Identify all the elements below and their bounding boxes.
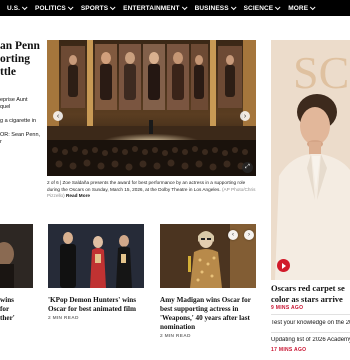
related-timestamp: 17 MINS AGO [271, 347, 307, 353]
chevron-left-icon: ‹ [56, 112, 60, 120]
card-headline-line: ther' [0, 314, 15, 322]
expand-button[interactable]: ⤢ [242, 162, 253, 173]
nav-us[interactable]: U.S. [7, 4, 28, 12]
card-read-time: 2 MIN READ [160, 334, 191, 339]
slideshow-caption: 2 of 6 | Zoe Saldaña presents the award … [47, 180, 256, 200]
oscars-stage-photo [47, 40, 256, 176]
expand-icon: ⤢ [245, 164, 250, 170]
chevron-down-icon [310, 4, 316, 11]
svg-text:SC: SC [293, 47, 349, 98]
play-icon [282, 262, 286, 269]
kpop-winners-photo [48, 224, 144, 288]
related-link[interactable]: Test your knowledge on the 20 [271, 320, 350, 326]
nav-sports-label: SPORTS [80, 4, 109, 12]
chevron-down-icon [110, 4, 116, 11]
card-next-button[interactable]: › [244, 230, 254, 240]
caption-text: 2 of 6 | Zoe Saldaña presents the award … [47, 180, 246, 192]
feature-headline-line: color as stars arrive [271, 293, 343, 304]
nav-entertainment-label: ENTERTAINMENT [123, 4, 180, 12]
left-headline-line: ttle [0, 66, 16, 78]
related-link[interactable]: g a cigarette in [0, 118, 42, 125]
card-read-time: 2 MIN READ [48, 316, 79, 321]
card-headline-line: for [0, 305, 10, 313]
related-link[interactable]: quel [0, 104, 42, 111]
nav-more-label: MORE [288, 4, 309, 12]
related-link[interactable]: Updating list of 2026 Academy [271, 337, 350, 343]
read-more-link[interactable]: Read More [66, 193, 90, 198]
card-image[interactable]: ‹ › [160, 224, 256, 288]
left-column: an Penn orting ttle eprise Aunt quel g a… [0, 40, 42, 146]
left-related-links: eprise Aunt quel g a cigarette in OR: Se… [0, 97, 42, 146]
divider [271, 332, 350, 333]
card-headline-line: Oscar for best animated film [48, 305, 136, 313]
card-image[interactable] [48, 224, 144, 288]
nav-politics-label: POLITICS [35, 4, 66, 12]
chevron-down-icon [181, 4, 188, 11]
nav-business[interactable]: BUSINESS [194, 4, 237, 12]
feature-image[interactable]: SC [271, 40, 350, 280]
related-link[interactable]: r [0, 139, 42, 146]
left-headline[interactable]: an Penn orting ttle [0, 40, 42, 79]
feature-headline-line: Oscars red carpet se [271, 283, 345, 293]
red-carpet-photo: SC [271, 40, 350, 280]
top-nav: U.S. POLITICS SPORTS ENTERTAINMENT BUSIN… [0, 0, 350, 16]
nav-us-label: U.S. [7, 4, 21, 12]
nav-politics[interactable]: POLITICS [35, 4, 74, 12]
card-headline-line: 'Weapons,' 40 years after last [160, 314, 250, 322]
card-headline-line: Amy Madigan wins Oscar for [160, 296, 251, 304]
feature-headline[interactable]: Oscars red carpet se color as stars arri… [271, 283, 350, 304]
chevron-left-icon: ‹ [232, 232, 234, 238]
nav-science-label: SCIENCE [243, 4, 274, 12]
card-headline[interactable]: Amy Madigan wins Oscar for best supporti… [160, 296, 268, 332]
chevron-right-icon: › [243, 112, 247, 120]
amy-madigan-photo [160, 224, 256, 288]
card-headline[interactable]: 'KPop Demon Hunters' wins Oscar for best… [48, 296, 148, 314]
feature-timestamp: 9 MINS AGO [271, 305, 304, 311]
card-photo [0, 224, 33, 288]
slideshow-prev-button[interactable]: ‹ [53, 111, 63, 121]
card-headline-line: best supporting actress in [160, 305, 239, 313]
nav-science[interactable]: SCIENCE [243, 4, 281, 12]
card-image[interactable] [0, 224, 33, 288]
card-headline-line: 'KPop Demon Hunters' wins [48, 296, 137, 304]
play-button[interactable] [277, 259, 290, 272]
nav-more[interactable]: MORE [288, 4, 316, 12]
card-headline[interactable]: wins for ther' [0, 296, 33, 323]
left-headline-line: orting [0, 53, 31, 65]
card-headline-line: wins [0, 296, 14, 304]
chevron-down-icon [275, 4, 281, 11]
card-headline-line: nomination [160, 323, 196, 331]
left-headline-line: an Penn [0, 40, 40, 52]
slideshow-image[interactable]: ‹ › ⤢ [47, 40, 256, 176]
nav-entertainment[interactable]: ENTERTAINMENT [123, 4, 188, 12]
card-prev-button[interactable]: ‹ [228, 230, 238, 240]
nav-sports[interactable]: SPORTS [80, 4, 116, 12]
chevron-down-icon [21, 4, 28, 11]
divider [271, 314, 350, 315]
related-link[interactable]: eprise Aunt [0, 97, 42, 104]
chevron-down-icon [67, 4, 74, 11]
nav-business-label: BUSINESS [194, 4, 229, 12]
slideshow-next-button[interactable]: › [240, 111, 250, 121]
chevron-right-icon: › [248, 232, 250, 238]
chevron-down-icon [230, 4, 237, 11]
related-link[interactable]: OR: Sean Penn, [0, 132, 42, 139]
